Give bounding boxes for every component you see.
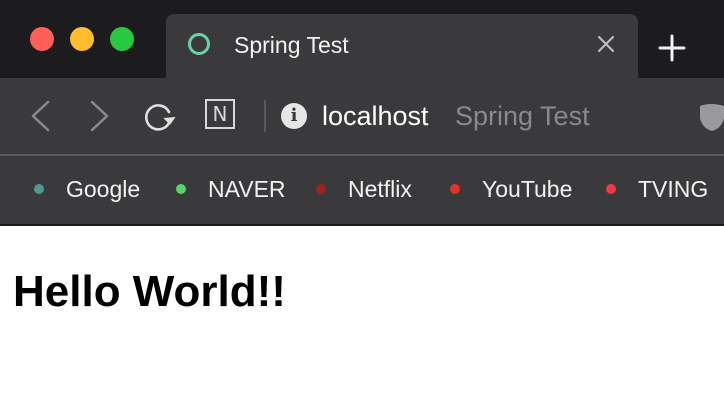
bookmark-label: Google: [66, 176, 141, 202]
bookmark-youtube[interactable]: YouTube: [450, 175, 572, 203]
tab-strip: Spring Test: [0, 0, 724, 78]
bookmark-google[interactable]: Google: [34, 175, 140, 203]
bookmark-dot-icon: [606, 184, 616, 194]
bookmark-label: YouTube: [482, 176, 573, 202]
bookmarks-bar: Google NAVER Netflix YouTube TVING: [0, 156, 724, 224]
n-icon[interactable]: N: [205, 99, 235, 129]
bookmark-tving[interactable]: TVING: [606, 175, 708, 203]
bookmark-dot-icon: [316, 184, 326, 194]
reload-icon[interactable]: [142, 100, 176, 134]
forward-icon[interactable]: [88, 98, 112, 134]
tab-spring-test[interactable]: Spring Test: [166, 14, 638, 78]
url-host[interactable]: localhost: [322, 100, 429, 132]
bookmark-label: TVING: [638, 176, 709, 202]
page-content: Hello World!!: [0, 226, 724, 402]
close-tab-icon[interactable]: [596, 34, 616, 54]
toolbar-divider: [264, 100, 266, 132]
back-icon[interactable]: [28, 98, 52, 134]
url-page-title[interactable]: Spring Test: [455, 100, 590, 132]
bookmark-dot-icon: [176, 184, 186, 194]
shield-icon[interactable]: [696, 102, 724, 132]
tab-title: Spring Test: [234, 32, 349, 58]
browser-window: Spring Test N i localhost Spring Test Go…: [0, 0, 724, 402]
toolbar: N i localhost Spring Test: [0, 78, 724, 154]
bookmark-naver[interactable]: NAVER: [176, 175, 286, 203]
close-window-button[interactable]: [30, 27, 54, 51]
minimize-window-button[interactable]: [70, 27, 94, 51]
info-icon[interactable]: i: [281, 103, 307, 129]
page-heading: Hello World!!: [13, 267, 286, 316]
new-tab-icon[interactable]: [658, 34, 686, 62]
maximize-window-button[interactable]: [110, 27, 134, 51]
bookmark-netflix[interactable]: Netflix: [316, 175, 412, 203]
bookmark-dot-icon: [34, 184, 44, 194]
bookmark-label: NAVER: [208, 176, 286, 202]
bookmark-dot-icon: [450, 184, 460, 194]
bookmark-label: Netflix: [348, 176, 412, 202]
ring-icon: [188, 33, 210, 55]
